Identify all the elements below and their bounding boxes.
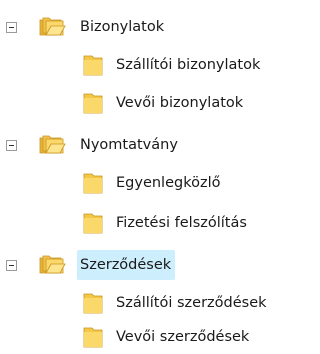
- tree-leaf-label: Szállítói bizonylatok: [116, 57, 261, 73]
- tree-leaf-vevoi-szerzodesek[interactable]: Vevői szerződések: [78, 322, 249, 352]
- folder-icon: [83, 293, 103, 314]
- stacked-folders-icon: [39, 135, 66, 154]
- tree-node-label-selected: Szerződések: [77, 250, 176, 280]
- folder-icon: [83, 173, 103, 194]
- tree-leaf-egyenlegkozlo[interactable]: Egyenlegközlő: [78, 168, 220, 198]
- folder-icon: [83, 213, 103, 234]
- tree-leaf-label: Vevői szerződések: [116, 329, 250, 345]
- stacked-folders-icon: [39, 17, 66, 36]
- folder-icon: [83, 93, 103, 114]
- collapse-toggle-icon[interactable]: [6, 260, 17, 271]
- tree-node-label: Nyomtatvány: [80, 137, 178, 153]
- tree-leaf-label: Fizetési felszólítás: [116, 215, 247, 231]
- tree-leaf-szallitoi-bizonylatok[interactable]: Szállítói bizonylatok: [78, 50, 260, 80]
- tree-leaf-label: Szállítói szerződések: [116, 295, 267, 311]
- stacked-folders-icon: [39, 255, 66, 274]
- folder-tree: Bizonylatok Szállítói bizonylatok Vevői …: [0, 0, 319, 354]
- tree-leaf-label: Egyenlegközlő: [116, 175, 221, 191]
- folder-icon: [83, 327, 103, 348]
- folder-icon: [83, 55, 103, 76]
- collapse-toggle-icon[interactable]: [6, 22, 17, 33]
- tree-leaf-label: Vevői bizonylatok: [116, 95, 244, 111]
- tree-leaf-fizetesi-felszolitas[interactable]: Fizetési felszólítás: [78, 208, 247, 238]
- tree-node-label: Bizonylatok: [80, 19, 165, 35]
- tree-leaf-vevoi-bizonylatok[interactable]: Vevői bizonylatok: [78, 88, 243, 118]
- collapse-toggle-icon[interactable]: [6, 140, 17, 151]
- tree-leaf-szallitoi-szerzodesek[interactable]: Szállítói szerződések: [78, 288, 267, 318]
